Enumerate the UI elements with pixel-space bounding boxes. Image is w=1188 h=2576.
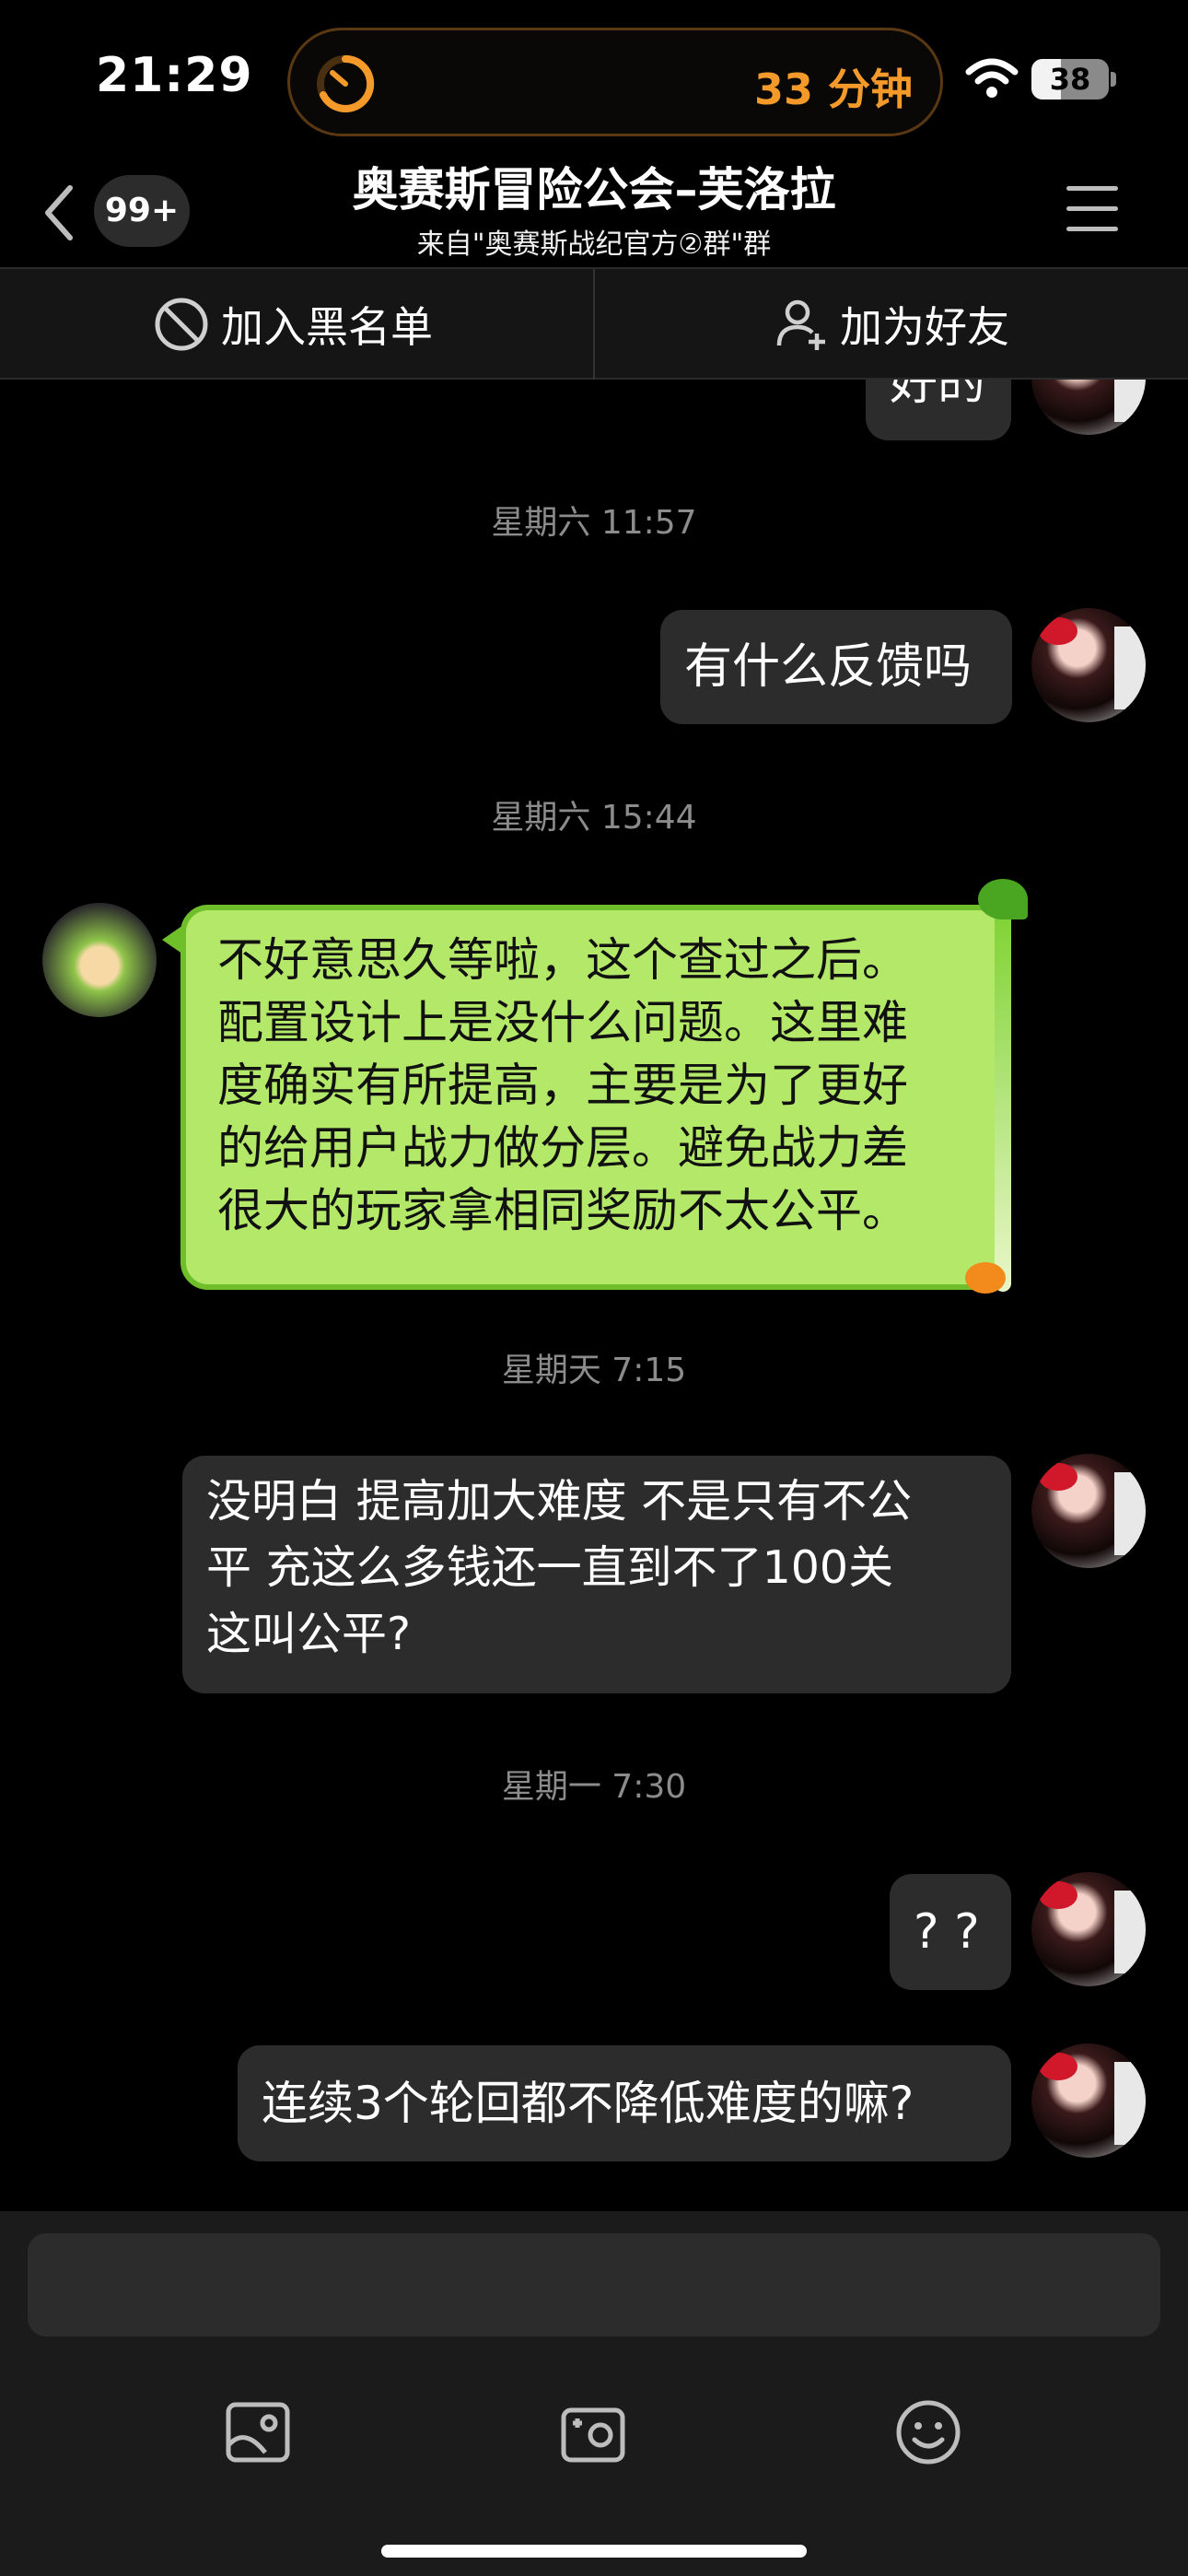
image-icon[interactable] <box>221 2395 295 2469</box>
timestamp: 星期一 7:30 <box>501 1768 687 1806</box>
avatar[interactable] <box>42 903 157 1017</box>
add-friend-button[interactable]: 加为好友 <box>772 269 1009 380</box>
message-line: 很大的玩家拿相同奖励不太公平。 <box>217 1184 908 1237</box>
avatar[interactable] <box>1031 1872 1146 1986</box>
message-text: ? ? <box>914 1904 980 1960</box>
camera-icon[interactable] <box>556 2395 630 2469</box>
stranger-action-bar: 加入黑名单 加为好友 <box>0 267 1188 380</box>
message-line: 度确实有所提高，主要是为了更好 <box>217 1059 908 1112</box>
status-time: 21:29 <box>96 48 253 103</box>
leaf-decoration <box>978 879 1028 919</box>
message-line: 平 充这么多钱还一直到不了100关 <box>206 1541 894 1594</box>
activity-timer-text: 33 分钟 <box>753 64 913 114</box>
wifi-icon <box>965 58 1019 98</box>
dynamic-island-timer[interactable]: 33 分钟 <box>287 28 943 136</box>
message-bubble-outgoing[interactable]: ? ? <box>890 1874 1011 1990</box>
add-user-icon <box>776 299 825 350</box>
timestamp: 星期天 7:15 <box>501 1352 687 1389</box>
avatar[interactable] <box>1031 608 1146 722</box>
message-bubble-partial[interactable]: 好的 <box>866 380 1011 440</box>
message-text: 连续3个轮回都不降低难度的嘛? <box>262 2077 914 2130</box>
message-input[interactable] <box>28 2233 1160 2336</box>
message-bubble-outgoing[interactable]: 有什么反馈吗 <box>660 610 1012 724</box>
composer <box>0 2211 1188 2576</box>
home-indicator[interactable] <box>381 2545 807 2558</box>
battery-level: 38 <box>1049 62 1091 97</box>
message-line: 没明白 提高加大难度 不是只有不公 <box>206 1475 913 1528</box>
avatar[interactable] <box>1031 1454 1146 1568</box>
add-to-blacklist-button[interactable]: 加入黑名单 <box>153 269 433 380</box>
message-line: 这叫公平? <box>206 1608 412 1660</box>
timestamp: 星期六 15:44 <box>491 799 697 837</box>
message-list[interactable]: 好的 星期六 11:57 有什么反馈吗 星期六 15:44 不好意思久等啦，这个… <box>0 380 1188 2211</box>
timer-icon <box>317 54 375 112</box>
hamburger-menu-icon[interactable] <box>1066 186 1118 234</box>
divider <box>593 269 595 380</box>
chat-title: 奥赛斯冒险公会–芙洛拉 <box>352 163 836 217</box>
message-text: 有什么反馈吗 <box>684 639 973 695</box>
message-bubble-outgoing[interactable]: 连续3个轮回都不降低难度的嘛? <box>238 2045 1011 2161</box>
message-text: 好的 <box>890 380 986 411</box>
message-line: 的给用户战力做分层。避免战力差 <box>217 1121 908 1175</box>
message-line: 配置设计上是没什么问题。这里难 <box>217 996 908 1049</box>
battery-icon: 38 <box>1031 59 1116 100</box>
carrot-decoration <box>965 1262 1006 1294</box>
add-to-blacklist-label: 加入黑名单 <box>221 302 433 352</box>
avatar[interactable] <box>1031 2043 1146 2158</box>
add-friend-label: 加为好友 <box>840 302 1009 352</box>
emoji-icon[interactable] <box>891 2395 965 2469</box>
avatar[interactable] <box>1031 380 1146 435</box>
block-icon <box>155 298 208 351</box>
message-bubble-incoming[interactable]: 不好意思久等啦，这个查过之后。 配置设计上是没什么问题。这里难 度确实有所提高，… <box>162 879 1028 1294</box>
message-line: 不好意思久等啦，这个查过之后。 <box>217 933 908 987</box>
message-bubble-outgoing[interactable]: 没明白 提高加大难度 不是只有不公 平 充这么多钱还一直到不了100关 这叫公平… <box>182 1456 1011 1693</box>
chat-subtitle: 来自"奥赛斯战纪官方②群"群 <box>416 228 772 261</box>
chat-header: 99+ 奥赛斯冒险公会–芙洛拉 来自"奥赛斯战纪官方②群"群 <box>0 147 1188 267</box>
status-bar: 21:29 33 分钟 38 <box>0 0 1188 157</box>
leek-decoration <box>995 896 1011 1292</box>
timestamp: 星期六 11:57 <box>491 504 697 542</box>
